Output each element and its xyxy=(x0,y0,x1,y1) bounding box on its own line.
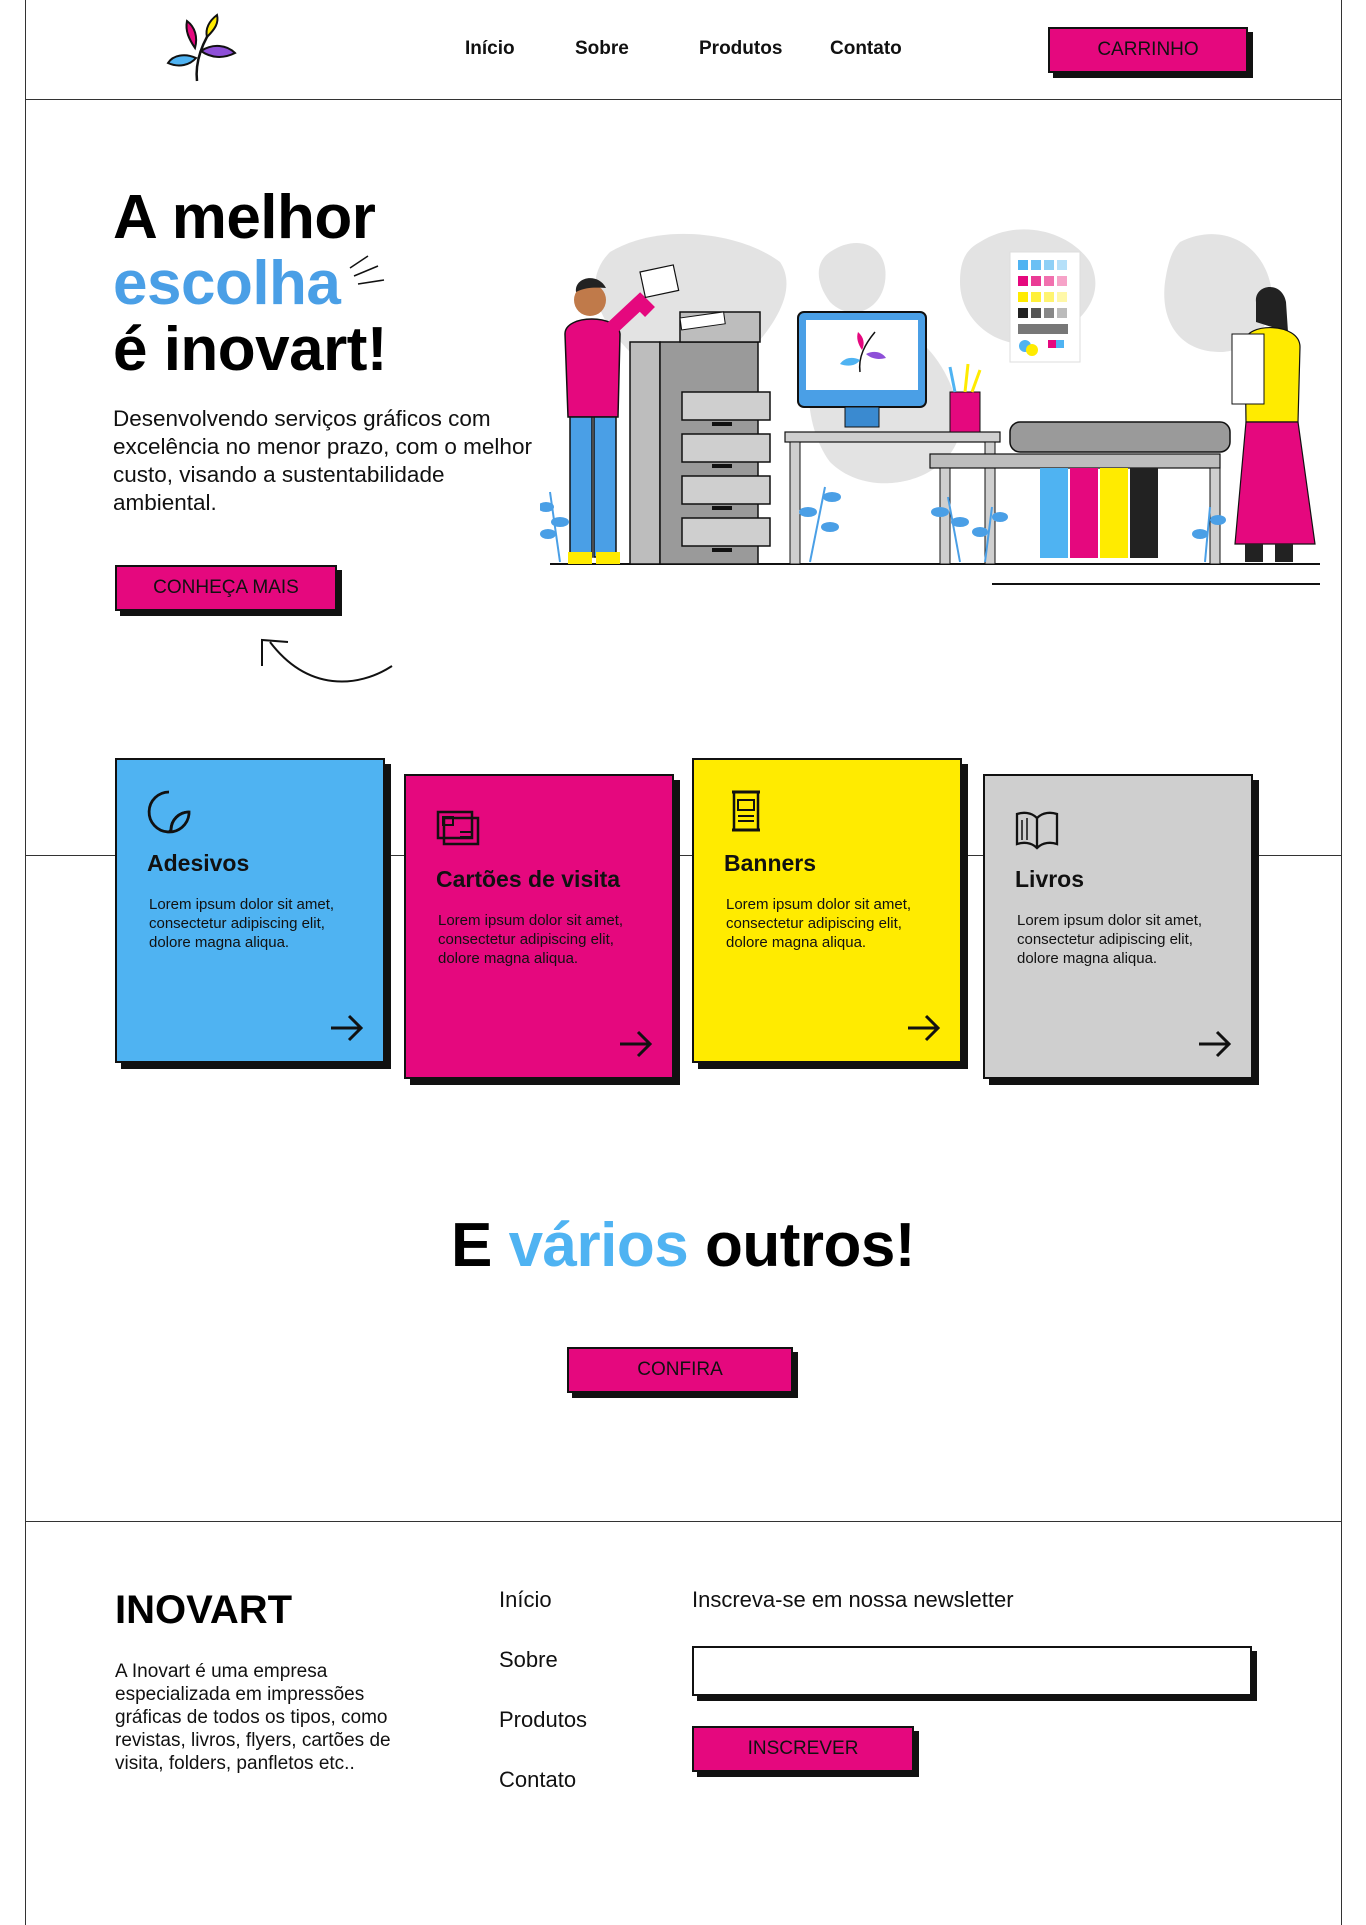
footer-description: A Inovart é uma empresa especializada em… xyxy=(115,1661,391,1774)
card-text: Lorem ipsum dolor sit amet, consectetur … xyxy=(438,912,624,967)
curved-arrow-icon xyxy=(261,638,393,683)
card-title: Livros xyxy=(1015,866,1085,892)
nav-contato[interactable]: Contato xyxy=(830,38,902,60)
footer-link-produtos[interactable]: Produtos xyxy=(499,1707,587,1733)
business-card-icon xyxy=(436,810,480,846)
card-title: Cartões de visita xyxy=(436,866,621,892)
product-card-banners[interactable]: Banners Lorem ipsum dolor sit amet, cons… xyxy=(692,758,962,1063)
newsletter-label: Inscreva-se em nossa newsletter xyxy=(692,1587,1014,1612)
subscribe-button[interactable]: INSCREVER xyxy=(692,1726,914,1772)
others-word-3: outros! xyxy=(704,1211,916,1280)
footer-divider xyxy=(25,1521,1342,1522)
newsletter-email-input[interactable] xyxy=(692,1646,1252,1696)
nav-sobre[interactable]: Sobre xyxy=(575,38,629,60)
hero-description: Desenvolvendo serviços gráficos com exce… xyxy=(113,406,532,515)
others-heading: E vários outros! xyxy=(0,1210,1366,1281)
hero-title-line-1: A melhor xyxy=(113,183,376,252)
arrow-right-icon[interactable] xyxy=(1197,1029,1233,1059)
product-card-livros[interactable]: Livros Lorem ipsum dolor sit amet, conse… xyxy=(983,774,1253,1079)
card-text: Lorem ipsum dolor sit amet, consectetur … xyxy=(1017,912,1203,967)
inovart-logo-icon[interactable] xyxy=(165,13,245,85)
card-text: Lorem ipsum dolor sit amet, consectetur … xyxy=(149,896,335,951)
sparkle-lines-icon xyxy=(349,255,385,285)
arrow-right-icon[interactable] xyxy=(906,1013,942,1043)
check-out-button[interactable]: CONFIRA xyxy=(567,1347,793,1393)
card-text: Lorem ipsum dolor sit amet, consectetur … xyxy=(726,896,912,951)
print-shop-illustration xyxy=(540,229,1320,585)
nav-inicio[interactable]: Início xyxy=(465,38,515,60)
footer-link-sobre[interactable]: Sobre xyxy=(499,1647,558,1673)
hero-title: A melhor escolha é inovart! xyxy=(113,183,388,384)
arrow-right-icon[interactable] xyxy=(329,1013,365,1043)
nav-produtos[interactable]: Produtos xyxy=(699,38,782,60)
others-word-1: E xyxy=(450,1211,492,1280)
card-title: Adesivos xyxy=(147,850,250,876)
footer-brand: INOVART xyxy=(115,1588,293,1632)
hero-title-line-2: escolha xyxy=(113,249,341,318)
card-title: Banners xyxy=(724,850,817,876)
learn-more-button[interactable]: CONHEÇA MAIS xyxy=(115,565,337,611)
footer-link-contato[interactable]: Contato xyxy=(499,1767,576,1793)
sticker-icon xyxy=(147,790,191,834)
hero-title-line-3: é inovart! xyxy=(113,315,388,384)
arrow-right-icon[interactable] xyxy=(618,1029,654,1059)
cart-button[interactable]: CARRINHO xyxy=(1048,27,1248,73)
banner-icon xyxy=(732,790,760,832)
product-card-adesivos[interactable]: Adesivos Lorem ipsum dolor sit amet, con… xyxy=(115,758,385,1063)
product-card-cartoes[interactable]: Cartões de visita Lorem ipsum dolor sit … xyxy=(404,774,674,1079)
others-word-2: vários xyxy=(508,1211,689,1280)
book-icon xyxy=(1015,811,1059,850)
footer-link-inicio[interactable]: Início xyxy=(499,1587,552,1613)
